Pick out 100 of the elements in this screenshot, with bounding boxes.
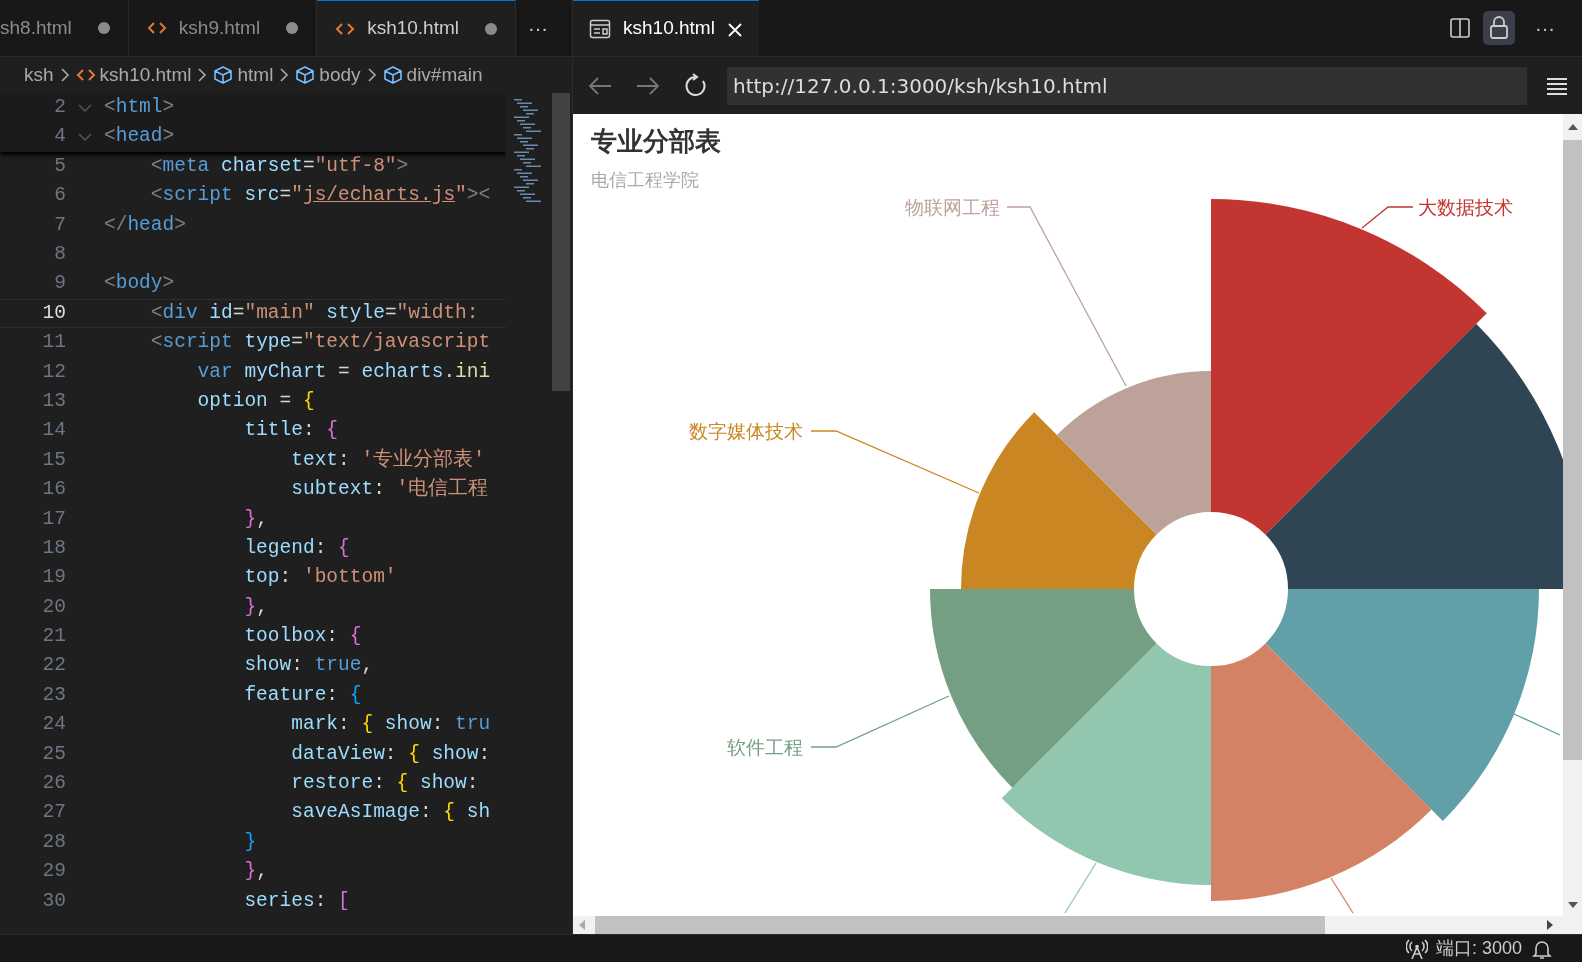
preview-tab[interactable]: ksh10.html [573, 0, 759, 56]
line-number: 11 [41, 330, 66, 356]
cube-icon [295, 65, 316, 85]
line-number: 17 [41, 506, 66, 532]
cube-icon [213, 65, 234, 85]
chevron-right-icon [279, 67, 290, 83]
lock-icon [1487, 15, 1511, 41]
line-number: 19 [41, 565, 66, 591]
chevron-right-icon [59, 67, 70, 83]
close-icon [726, 22, 743, 39]
line-number: 21 [41, 624, 66, 650]
line-number: 16 [41, 477, 66, 503]
line-number: 4 [53, 124, 66, 150]
line-number: 2 [53, 95, 66, 121]
vertical-scrollbar[interactable] [1563, 114, 1582, 916]
line-number: 10 [41, 300, 66, 326]
code-line: saveAsImage: { sh [290, 800, 491, 826]
code-line: <script src="js/echarts.js">< [149, 183, 491, 209]
antenna-icon [1405, 937, 1428, 960]
back-icon [587, 74, 613, 97]
leader-line [1064, 862, 1097, 914]
code-line: toolbox: { [243, 624, 362, 650]
code-line: <html> [104, 95, 175, 121]
breadcrumb-item[interactable]: ksh [24, 60, 54, 90]
line-number: 24 [41, 712, 66, 738]
leader-line [1361, 206, 1414, 229]
cube-icon [382, 65, 403, 85]
ports-label: 端口: 3000 [1435, 937, 1522, 960]
code-line: } [243, 829, 257, 855]
code-line: mark: { show: tru [290, 712, 491, 738]
line-number: 23 [41, 682, 66, 708]
menu-icon [1545, 75, 1569, 96]
modified-dot [97, 22, 110, 34]
modified-dot [485, 22, 497, 35]
editor-tab[interactable]: sh8.html [0, 0, 129, 56]
code-line: <div id="main" style="width: [149, 300, 479, 326]
leader-line [1513, 713, 1561, 736]
slice-label: 大数据技术 [1418, 196, 1513, 218]
line-number: 28 [41, 829, 66, 855]
scroll-right-icon[interactable] [1545, 919, 1555, 931]
chart-subtitle: 电信工程学院 [591, 168, 699, 192]
editor-scrollbar[interactable] [552, 93, 570, 391]
line-number: 26 [41, 771, 66, 797]
code-line: <meta charset="utf-8"> [149, 153, 409, 179]
code-line: }, [243, 506, 268, 532]
code-line: <script type="text/javascript [149, 330, 491, 356]
line-number: 8 [53, 242, 66, 267]
breadcrumb-item[interactable]: html [237, 60, 274, 90]
line-number: 5 [53, 153, 66, 179]
html-file-icon [75, 67, 96, 83]
breadcrumb-item[interactable]: ksh10.html [99, 60, 192, 90]
editor-tab[interactable]: ksh10.html [317, 0, 516, 56]
horizontal-scrollbar[interactable] [573, 916, 1582, 934]
code-line: dataView: { show: [290, 741, 491, 767]
slice-label: 软件工程 [727, 736, 803, 758]
line-number: 29 [41, 859, 66, 885]
code-line: title: { [243, 418, 339, 444]
slice-label: 数字媒体技术 [689, 420, 803, 442]
lock-button[interactable] [1483, 11, 1515, 45]
code-line: restore: { show: [290, 771, 479, 797]
code-line: show: true, [243, 653, 374, 679]
code-line: feature: { [243, 682, 362, 708]
leader-line [1330, 877, 1354, 914]
more-tabs-button[interactable]: ··· [516, 0, 560, 56]
code-line: series: [ [243, 888, 350, 914]
code-line: </head> [104, 212, 186, 238]
line-number: 13 [41, 388, 66, 414]
breadcrumb-item[interactable]: body [319, 60, 361, 90]
url-field[interactable]: http://127.0.0.1:3000/ksh/ksh10.html [727, 66, 1527, 105]
code-line: top: 'bottom' [243, 565, 397, 591]
split-icon [1449, 17, 1471, 39]
line-number: 6 [53, 183, 66, 209]
modified-dot [286, 22, 299, 34]
line-number: 25 [41, 741, 66, 767]
preview-icon [589, 18, 611, 39]
line-number: 7 [53, 212, 66, 238]
code-line: }, [243, 594, 268, 620]
more-actions-button[interactable]: ··· [1523, 13, 1567, 43]
code-line: <body> [104, 271, 175, 297]
line-number: 12 [41, 359, 66, 385]
chevron-right-icon [366, 67, 377, 83]
line-number: 22 [41, 653, 66, 679]
line-number: 9 [53, 271, 66, 297]
breadcrumb-item[interactable]: div#main [406, 60, 483, 90]
code-line: }, [243, 859, 268, 885]
line-number: 14 [41, 418, 66, 444]
code-line: <head> [104, 124, 175, 150]
chart-title: 专业分部表 [591, 125, 721, 158]
line-number: 27 [41, 800, 66, 826]
line-number: 20 [41, 594, 66, 620]
slice-label: 物联网工程 [905, 196, 1000, 218]
forward-icon [635, 74, 661, 97]
scroll-down-icon[interactable] [1567, 900, 1579, 910]
chevron-right-icon [197, 67, 208, 83]
code-line: option = { [196, 388, 315, 414]
code-line: legend: { [243, 535, 350, 561]
scroll-up-icon[interactable] [1567, 122, 1579, 132]
code-line: text: '专业分部表' [290, 447, 485, 473]
line-number: 15 [41, 447, 66, 473]
code-line: subtext: '电信工程 [290, 476, 489, 503]
